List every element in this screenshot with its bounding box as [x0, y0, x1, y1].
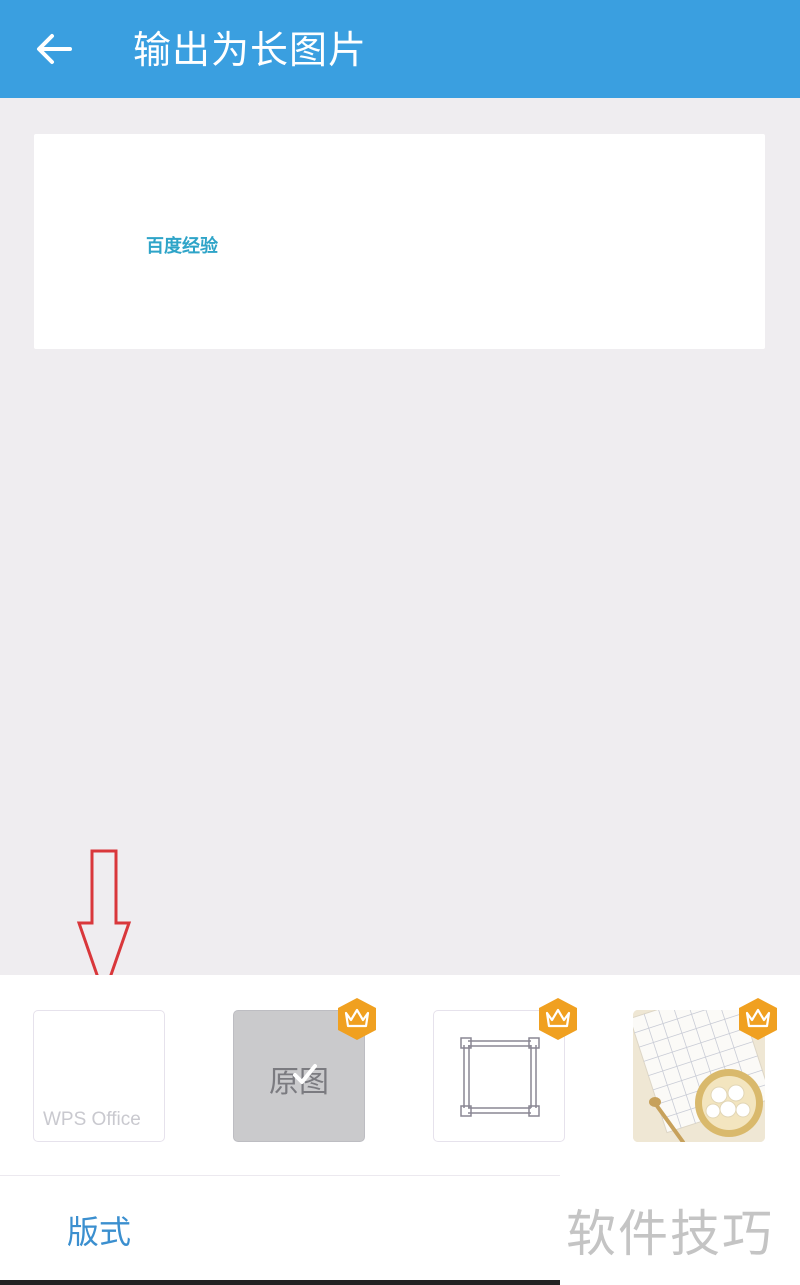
premium-crown-icon [739, 998, 777, 1040]
bottom-edge [0, 1280, 560, 1285]
premium-crown-icon [539, 998, 577, 1040]
app-header: 输出为长图片 [0, 0, 800, 98]
long-image-preview: 百度经验 [34, 134, 765, 349]
watermark-text: 软件技巧 [566, 1205, 774, 1263]
preview-document-text: 百度经验 [146, 236, 218, 257]
wps-watermark-label: WPS Office [43, 1109, 141, 1130]
selected-check-icon [293, 1064, 317, 1084]
premium-crown-icon [338, 998, 376, 1040]
back-arrow-icon[interactable] [30, 24, 80, 74]
panel-divider [0, 1175, 560, 1176]
template-wps-watermark[interactable]: WPS Office [33, 1010, 165, 1142]
page-title: 输出为长图片 [133, 28, 368, 72]
tab-format[interactable]: 版式 [67, 1207, 131, 1253]
